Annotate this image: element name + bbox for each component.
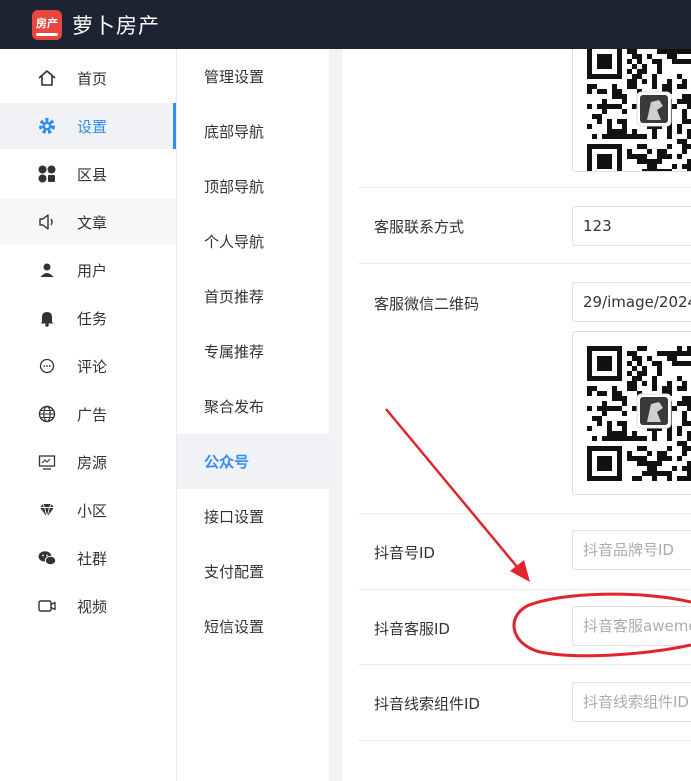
douyin-clue-id-label: 抖音线索组件ID: [374, 695, 480, 713]
qr-image-preview[interactable]: [572, 331, 691, 495]
form-row-douyin-clue-id: 抖音线索组件ID: [358, 665, 691, 741]
sidebar-item-district[interactable]: 区县: [0, 151, 176, 197]
home-icon: [37, 68, 57, 88]
sidebar-item-label: 社群: [77, 549, 108, 568]
douyin-service-id-input[interactable]: [572, 606, 691, 646]
sidebar-item-label: 小区: [77, 501, 108, 520]
subnav-item-official-account[interactable]: 公众号: [177, 434, 330, 489]
form-row-douyin-id: 抖音号ID: [358, 514, 691, 590]
form-row-service-contact: 客服联系方式: [358, 188, 691, 264]
video-icon: [37, 596, 57, 616]
subnav-item-exclusive-recommend[interactable]: 专属推荐: [177, 324, 330, 379]
sidebar-item-label: 区县: [77, 165, 108, 184]
form-row-qr-top: [358, 49, 691, 188]
service-contact-input[interactable]: [572, 206, 691, 246]
sidebar-item-listings[interactable]: 房源: [0, 439, 176, 485]
sidebar-item-groups[interactable]: 社群: [0, 535, 176, 581]
logo-text: 房产: [36, 16, 58, 30]
sidebar-item-home[interactable]: 首页: [0, 55, 176, 101]
sidebar-item-label: 设置: [77, 117, 108, 136]
sidebar: 首页 设置 区县 文章 用户 任务 评论 广告 房源 小区 社群 视频: [0, 49, 176, 781]
wechat-icon: [37, 548, 57, 568]
comment-icon: [37, 356, 57, 376]
monitor-icon: [37, 452, 57, 472]
settings-subnav: 管理设置 底部导航 顶部导航 个人导航 首页推荐 专属推荐 聚合发布 公众号 接…: [176, 49, 330, 781]
douyin-id-input[interactable]: [572, 530, 691, 570]
app-logo[interactable]: 房产: [32, 9, 62, 40]
subnav-item-api-settings[interactable]: 接口设置: [177, 489, 330, 544]
sidebar-item-users[interactable]: 用户: [0, 247, 176, 293]
top-bar: 房产 萝卜房产: [0, 0, 691, 49]
subnav-item-top-nav[interactable]: 顶部导航: [177, 159, 330, 214]
speaker-icon: [37, 212, 57, 232]
gear-icon: [37, 116, 57, 136]
sidebar-item-label: 房源: [77, 453, 108, 472]
sidebar-item-label: 任务: [77, 309, 108, 328]
qr-code-image: [587, 49, 691, 171]
sidebar-item-label: 视频: [77, 597, 108, 616]
settings-form: 客服联系方式 客服微信二维码 抖音号ID 抖音客服ID 抖音线索组件ID: [342, 49, 691, 781]
douyin-clue-id-input[interactable]: [572, 682, 691, 722]
globe-icon: [37, 404, 57, 424]
qr-code-image: [587, 346, 691, 481]
grid-icon: [37, 164, 57, 184]
qr-image-preview-top: [572, 49, 691, 172]
douyin-id-label: 抖音号ID: [374, 544, 435, 562]
form-row-service-wechat-qr: 客服微信二维码: [358, 264, 691, 514]
app-title: 萝卜房产: [72, 13, 160, 38]
subnav-item-payment-config[interactable]: 支付配置: [177, 544, 330, 599]
sidebar-item-settings[interactable]: 设置: [0, 103, 176, 149]
sidebar-item-tasks[interactable]: 任务: [0, 295, 176, 341]
douyin-service-id-label: 抖音客服ID: [374, 620, 450, 638]
service-wechat-qr-input[interactable]: [572, 282, 691, 322]
subnav-item-manage[interactable]: 管理设置: [177, 49, 330, 104]
diamond-icon: [37, 500, 57, 520]
user-icon: [37, 260, 57, 280]
sidebar-item-label: 首页: [77, 69, 108, 88]
form-row-douyin-service-id: 抖音客服ID: [358, 590, 691, 665]
subnav-item-home-recommend[interactable]: 首页推荐: [177, 269, 330, 324]
sidebar-item-community[interactable]: 小区: [0, 487, 176, 533]
sidebar-item-label: 文章: [77, 213, 108, 232]
sidebar-item-articles[interactable]: 文章: [0, 199, 176, 245]
service-contact-label: 客服联系方式: [374, 218, 465, 236]
sidebar-item-comments[interactable]: 评论: [0, 343, 176, 389]
sidebar-item-videos[interactable]: 视频: [0, 583, 176, 629]
bell-icon: [37, 308, 57, 328]
sidebar-item-label: 广告: [77, 405, 108, 424]
sidebar-item-label: 用户: [77, 261, 108, 280]
sidebar-item-label: 评论: [77, 357, 108, 376]
subnav-item-aggregate-publish[interactable]: 聚合发布: [177, 379, 330, 434]
subnav-item-personal-nav[interactable]: 个人导航: [177, 214, 330, 269]
sidebar-item-ads[interactable]: 广告: [0, 391, 176, 437]
subnav-item-bottom-nav[interactable]: 底部导航: [177, 104, 330, 159]
service-wechat-qr-label: 客服微信二维码: [374, 295, 480, 313]
subnav-item-sms-settings[interactable]: 短信设置: [177, 599, 330, 654]
